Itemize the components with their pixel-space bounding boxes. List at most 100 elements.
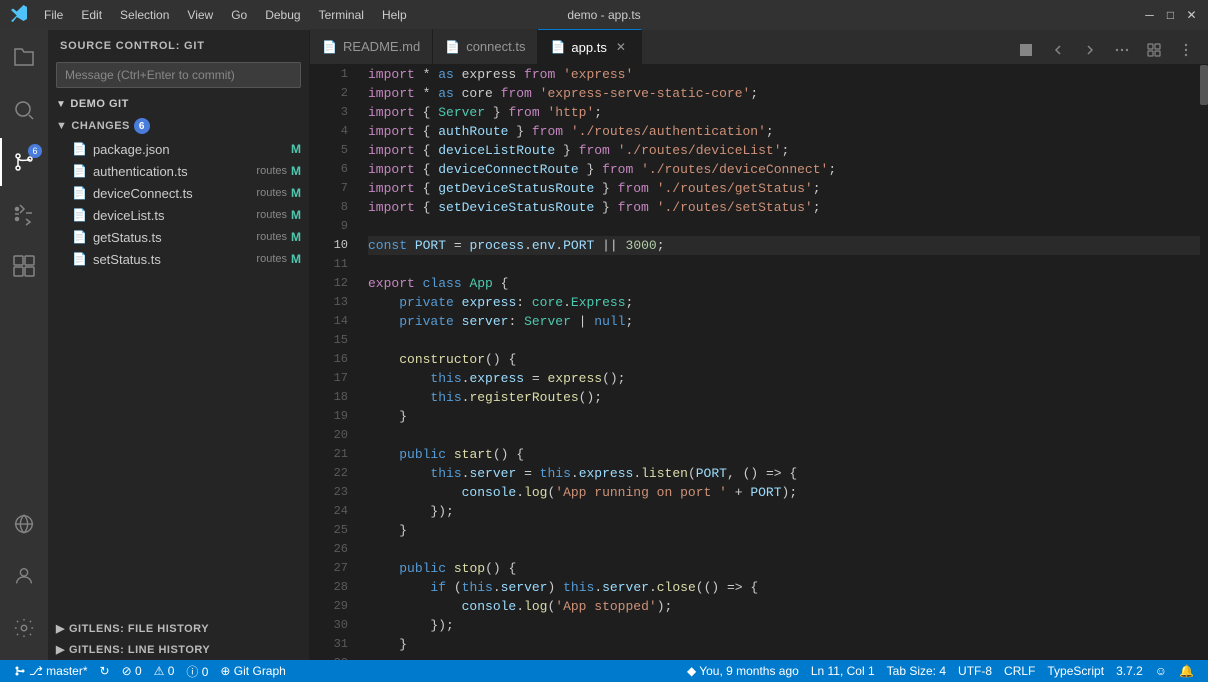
status-errors[interactable]: ⊘ 0	[116, 660, 148, 682]
window-controls: ─ □ ✕	[1143, 9, 1198, 22]
line-num: 19	[310, 407, 348, 426]
activity-bar-remote[interactable]	[0, 500, 48, 548]
status-info[interactable]: ⓘ 0	[180, 660, 214, 682]
status-gitlens[interactable]: ◆ You, 9 months ago	[681, 660, 805, 682]
code-line: export class App {	[368, 274, 1200, 293]
line-num: 30	[310, 616, 348, 635]
activity-bar-explorer[interactable]	[0, 34, 48, 82]
status-language[interactable]: TypeScript	[1041, 660, 1110, 682]
line-num: 17	[310, 369, 348, 388]
status-tab-size[interactable]: Tab Size: 4	[881, 660, 952, 682]
errors-label: ⊘ 0	[122, 664, 142, 678]
tab-readme[interactable]: 📄 README.md	[310, 29, 433, 64]
code-line	[368, 426, 1200, 445]
line-ending-label: CRLF	[1004, 664, 1035, 678]
activity-bar-extensions[interactable]	[0, 242, 48, 290]
code-line: }	[368, 521, 1200, 540]
menu-debug[interactable]: Debug	[257, 6, 308, 24]
status-version[interactable]: 3.7.2	[1110, 660, 1149, 682]
line-col-label: Ln 11, Col 1	[811, 664, 875, 678]
scrollbar[interactable]	[1200, 65, 1208, 660]
file-item-devicelist[interactable]: 📄 deviceList.ts routes M	[48, 204, 309, 226]
gitlens-file-history[interactable]: ▶ GITLENS: FILE HISTORY	[48, 618, 309, 639]
menu-go[interactable]: Go	[223, 6, 255, 24]
file-status: M	[291, 164, 301, 178]
status-gitgraph[interactable]: ⊕ Git Graph	[214, 660, 291, 682]
file-item-getstatus[interactable]: 📄 getStatus.ts routes M	[48, 226, 309, 248]
changes-chevron: ▼	[56, 120, 67, 132]
editor-area: 📄 README.md 📄 connect.ts 📄 app.ts ✕	[310, 30, 1208, 660]
code-editor[interactable]: 1 2 3 4 5 6 7 8 9 10 11 12 13 14 15 16 1…	[310, 65, 1208, 660]
file-item-deviceconnect[interactable]: 📄 deviceConnect.ts routes M	[48, 182, 309, 204]
go-forward-button[interactable]	[1076, 36, 1104, 64]
file-item-package-json[interactable]: 📄 package.json M	[48, 138, 309, 160]
activity-bar-settings[interactable]	[0, 604, 48, 652]
code-line	[368, 255, 1200, 274]
sync-icon: ↻	[100, 664, 110, 678]
line-num: 29	[310, 597, 348, 616]
status-warnings[interactable]: ⚠ 0	[148, 660, 181, 682]
maximize-button[interactable]: □	[1164, 9, 1177, 22]
changes-header[interactable]: ▼ CHANGES 6	[48, 114, 309, 138]
tab-app[interactable]: 📄 app.ts ✕	[538, 29, 641, 64]
file-name: deviceConnect.ts	[93, 186, 252, 201]
status-bar-right: ◆ You, 9 months ago Ln 11, Col 1 Tab Siz…	[681, 660, 1200, 682]
close-button[interactable]: ✕	[1185, 9, 1198, 22]
code-line: console.log('App running on port ' + POR…	[368, 483, 1200, 502]
language-label: TypeScript	[1047, 664, 1104, 678]
menu-selection[interactable]: Selection	[112, 6, 177, 24]
file-status: M	[291, 230, 301, 244]
split-editor-button[interactable]	[1012, 36, 1040, 64]
tab-connect[interactable]: 📄 connect.ts	[433, 29, 538, 64]
file-item-setstatus[interactable]: 📄 setStatus.ts routes M	[48, 248, 309, 270]
code-content[interactable]: import * as express from 'express' impor…	[360, 65, 1200, 660]
menu-terminal[interactable]: Terminal	[311, 6, 372, 24]
line-num: 18	[310, 388, 348, 407]
activity-bar-account[interactable]	[0, 552, 48, 600]
gitlens-line-history[interactable]: ▶ GITLENS: LINE HISTORY	[48, 639, 309, 660]
tab-close-button[interactable]: ✕	[613, 39, 629, 55]
activity-bar-debug[interactable]	[0, 190, 48, 238]
status-line-ending[interactable]: CRLF	[998, 660, 1041, 682]
code-line: this.registerRoutes();	[368, 388, 1200, 407]
activity-bar-search[interactable]	[0, 86, 48, 134]
menu-help[interactable]: Help	[374, 6, 415, 24]
go-back-button[interactable]	[1044, 36, 1072, 64]
line-num: 12	[310, 274, 348, 293]
demo-git-section[interactable]: ▼ DEMO GIT	[48, 94, 309, 114]
file-status: M	[291, 186, 301, 200]
code-line: public start() {	[368, 445, 1200, 464]
minimize-button[interactable]: ─	[1143, 9, 1156, 22]
line-num: 8	[310, 198, 348, 217]
line-num: 24	[310, 502, 348, 521]
menu-edit[interactable]: Edit	[73, 6, 110, 24]
line-num: 3	[310, 103, 348, 122]
window-title: demo - app.ts	[567, 8, 640, 22]
more-options[interactable]	[1172, 36, 1200, 64]
gitlens-file-label: GITLENS: FILE HISTORY	[69, 623, 209, 635]
open-editors-layout[interactable]	[1140, 36, 1168, 64]
tab-label: app.ts	[571, 40, 606, 55]
file-path: routes	[256, 253, 287, 265]
status-feedback[interactable]: ☺	[1149, 660, 1173, 682]
tab-icon: 📄	[550, 40, 565, 54]
menu-file[interactable]: File	[36, 6, 71, 24]
status-encoding[interactable]: UTF-8	[952, 660, 998, 682]
status-sync[interactable]: ↻	[94, 660, 116, 682]
file-item-authentication[interactable]: 📄 authentication.ts routes M	[48, 160, 309, 182]
line-num: 23	[310, 483, 348, 502]
status-branch[interactable]: ⎇ master*	[8, 660, 94, 682]
status-bell[interactable]: 🔔	[1173, 660, 1200, 682]
activity-bar-git[interactable]: 6	[0, 138, 48, 186]
commit-message-input[interactable]	[56, 62, 301, 88]
code-line: private server: Server | null;	[368, 312, 1200, 331]
status-line-col[interactable]: Ln 11, Col 1	[805, 660, 881, 682]
code-line: constructor() {	[368, 350, 1200, 369]
more-actions-button[interactable]	[1108, 36, 1136, 64]
status-bar: ⎇ master* ↻ ⊘ 0 ⚠ 0 ⓘ 0 ⊕ Git Graph ◆ Yo…	[0, 660, 1208, 682]
code-line: console.log('App stopped');	[368, 597, 1200, 616]
code-line: import { authRoute } from './routes/auth…	[368, 122, 1200, 141]
menu-view[interactable]: View	[179, 6, 221, 24]
file-name: deviceList.ts	[93, 208, 252, 223]
line-num-active: 10	[310, 236, 348, 255]
